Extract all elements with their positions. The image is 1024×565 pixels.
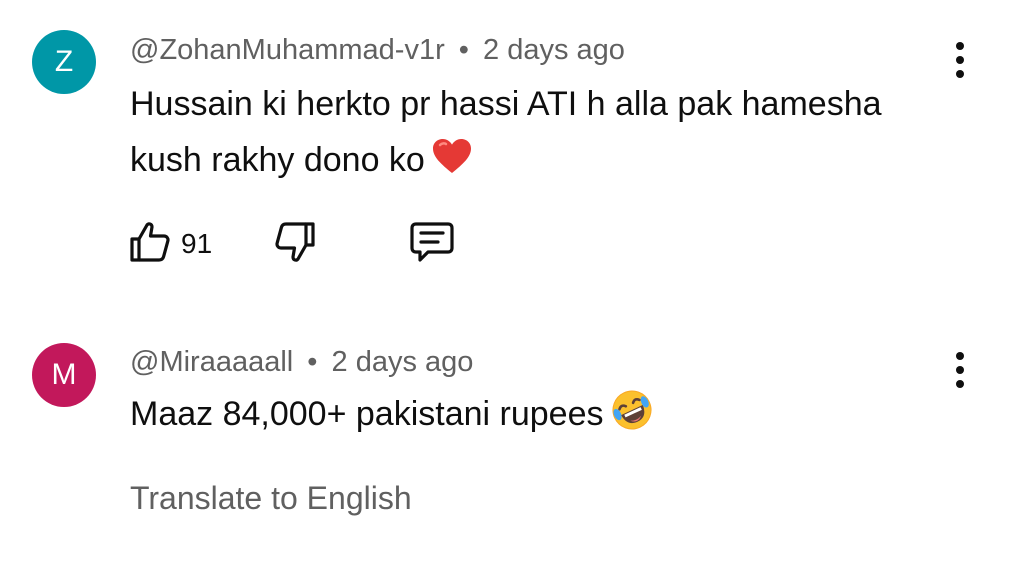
translate-link[interactable]: Translate to English xyxy=(130,480,412,517)
meta-separator: • xyxy=(458,34,469,66)
comment-text: Hussain ki herkto pr hassi ATI h alla pa… xyxy=(130,76,960,192)
reply-button[interactable] xyxy=(408,220,458,264)
comment-text-content: Maaz 84,000+ pakistani rupees xyxy=(130,395,604,433)
comment-text: Maaz 84,000+ pakistani rupees xyxy=(130,386,960,448)
comment-thread-item: Z @ZohanMuhammad-v1r • 2 days ago Hussai… xyxy=(0,0,1024,300)
avatar[interactable]: M xyxy=(32,343,96,407)
comment-timestamp[interactable]: 2 days ago xyxy=(483,34,625,66)
comment-thread-item: M @Miraaaaall • 2 days ago Maaz 84,000+ … xyxy=(0,310,1024,565)
like-button[interactable]: 91 xyxy=(128,220,218,264)
like-count: 91 xyxy=(181,228,213,259)
meta-separator: • xyxy=(307,346,318,378)
thumbs-up-icon xyxy=(130,222,170,262)
rolling-on-floor-laughing-emoji xyxy=(611,389,653,448)
comment-meta: @Miraaaaall • 2 days ago xyxy=(130,346,473,379)
comment-text-content: Hussain ki herkto pr hassi ATI h alla pa… xyxy=(130,85,882,179)
heart-emoji xyxy=(431,136,473,192)
comment-timestamp[interactable]: 2 days ago xyxy=(332,346,474,378)
comment-meta: @ZohanMuhammad-v1r • 2 days ago xyxy=(130,34,625,67)
avatar[interactable]: Z xyxy=(32,30,96,94)
more-vert-icon[interactable] xyxy=(944,348,976,392)
thumbs-down-icon xyxy=(275,222,315,262)
avatar-letter: M xyxy=(51,358,77,391)
more-vert-icon[interactable] xyxy=(944,38,976,82)
comment-author[interactable]: @Miraaaaall xyxy=(130,346,293,378)
comment-author[interactable]: @ZohanMuhammad-v1r xyxy=(130,34,445,66)
avatar-letter: Z xyxy=(54,45,74,78)
comment-actions: 91 xyxy=(128,220,488,264)
reply-icon xyxy=(410,222,454,262)
dislike-button[interactable] xyxy=(273,220,323,264)
